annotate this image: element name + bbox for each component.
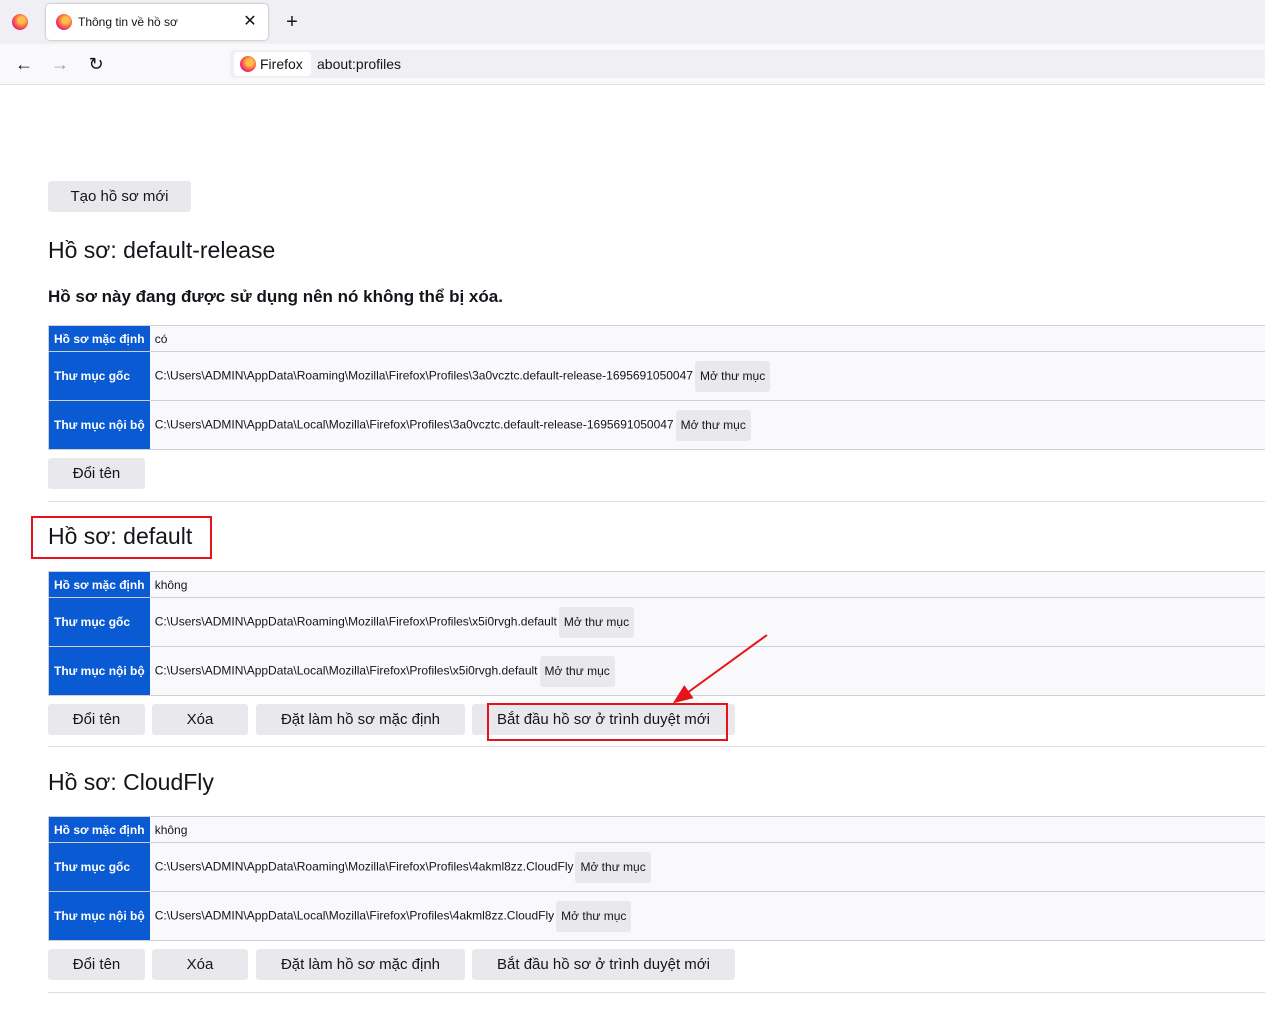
- arrow-line: [672, 634, 768, 704]
- annotation-arrow: [672, 634, 768, 704]
